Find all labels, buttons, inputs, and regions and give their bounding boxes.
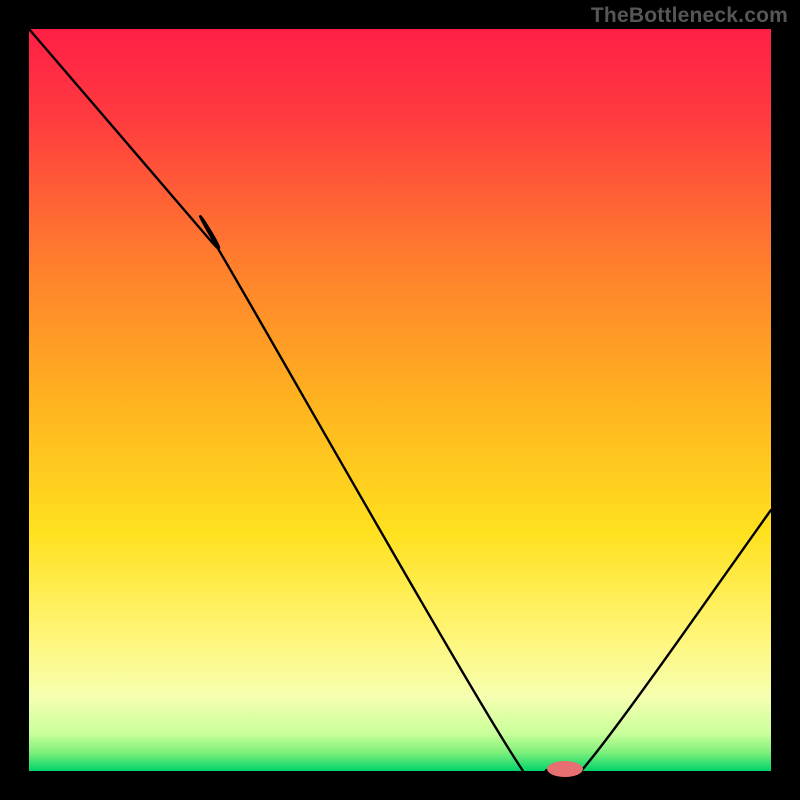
bottleneck-chart [0,0,800,800]
optimal-marker [547,761,583,777]
watermark-text: TheBottleneck.com [591,4,788,28]
plot-background [29,29,771,771]
chart-frame: { "watermark": "TheBottleneck.com", "cha… [0,0,800,800]
